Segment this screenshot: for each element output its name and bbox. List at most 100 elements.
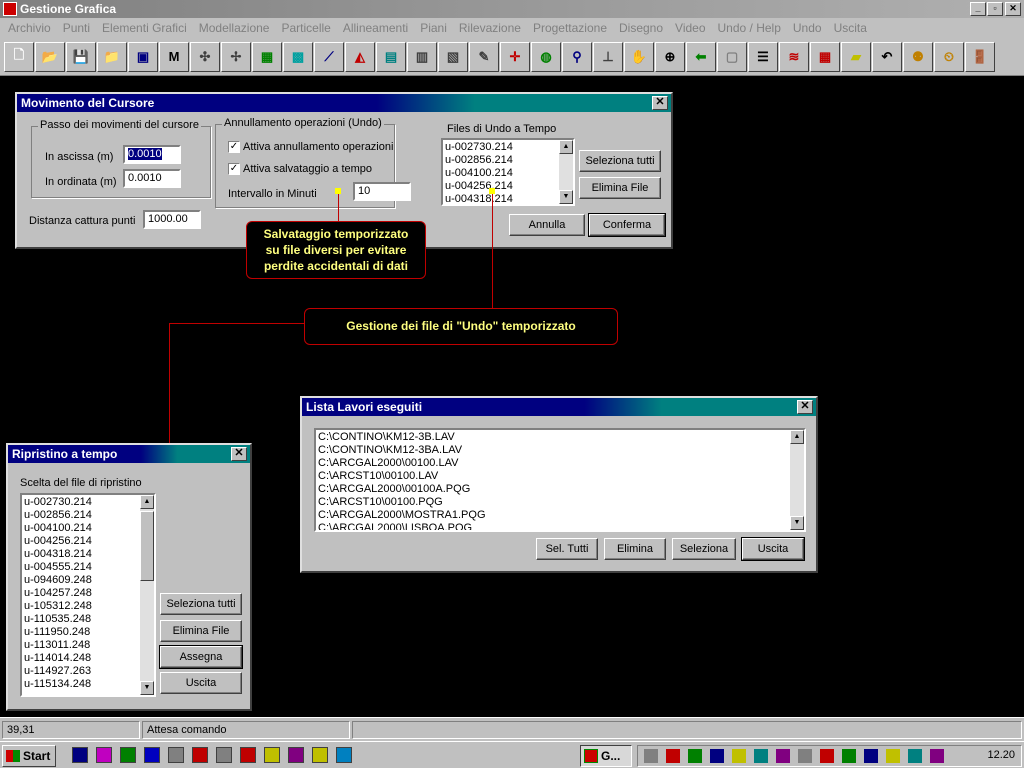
undo-enable-checkbox[interactable]: ✓ [228, 141, 240, 153]
interval-input[interactable]: 10 [353, 182, 411, 201]
toolbar-button-1[interactable]: 📂 [35, 41, 65, 72]
list-item[interactable]: u-105312.248 [24, 600, 152, 613]
quicklaunch-icon-5[interactable] [168, 747, 184, 763]
scrollbar[interactable]: ▲ ▼ [559, 140, 573, 204]
list-item[interactable]: C:\CONTINO\KM12-3B.LAV [318, 431, 802, 444]
exit-button[interactable]: Uscita [741, 537, 805, 561]
menu-item-11[interactable]: Undo / Help [712, 21, 787, 35]
list-item[interactable]: u-114014.248 [24, 652, 152, 665]
menu-item-4[interactable]: Particelle [275, 21, 336, 35]
tray-icon[interactable] [842, 749, 856, 763]
maximize-button[interactable]: ▫ [987, 2, 1003, 16]
toolbar-button-23[interactable]: ▢ [717, 41, 747, 72]
tray-icon[interactable] [864, 749, 878, 763]
jobs-list[interactable]: C:\CONTINO\KM12-3B.LAV C:\CONTINO\KM12-3B… [314, 428, 806, 532]
toolbar-button-30[interactable]: ⏲ [934, 41, 964, 72]
toolbar-button-29[interactable]: ⚉ [903, 41, 933, 72]
list-item[interactable]: u-004555.214 [24, 561, 152, 574]
taskbar-app-button[interactable]: G... [580, 745, 632, 767]
menu-item-0[interactable]: Archivio [2, 21, 57, 35]
menu-item-1[interactable]: Punti [57, 21, 96, 35]
toolbar-button-3[interactable]: 📁 [97, 41, 127, 72]
scroll-down-icon[interactable]: ▼ [140, 681, 154, 695]
list-item[interactable]: u-114927.263 [24, 665, 152, 678]
select-button[interactable]: Seleziona [672, 538, 736, 560]
quicklaunch-icon-8[interactable] [240, 747, 256, 763]
list-item[interactable]: u-110535.248 [24, 613, 152, 626]
quicklaunch-icon-4[interactable] [144, 747, 160, 763]
scroll-down-icon[interactable]: ▼ [559, 190, 573, 204]
tray-icon[interactable] [710, 749, 724, 763]
toolbar-button-22[interactable]: ⬅ [686, 41, 716, 72]
scroll-up-icon[interactable]: ▲ [140, 495, 154, 509]
toolbar-button-16[interactable]: ✛ [500, 41, 530, 72]
tray-icon[interactable] [886, 749, 900, 763]
toolbar-button-25[interactable]: ≋ [779, 41, 809, 72]
scroll-up-icon[interactable]: ▲ [559, 140, 573, 154]
toolbar-button-7[interactable]: ✢ [221, 41, 251, 72]
select-all-button[interactable]: Seleziona tutti [579, 150, 661, 172]
toolbar-button-8[interactable]: ▦ [252, 41, 282, 72]
toolbar-button-21[interactable]: ⊕ [655, 41, 685, 72]
list-item[interactable]: u-002730.214 [24, 496, 152, 509]
toolbar-button-17[interactable]: ◍ [531, 41, 561, 72]
list-item[interactable]: C:\CONTINO\KM12-3BA.LAV [318, 444, 802, 457]
tray-icon[interactable] [908, 749, 922, 763]
toolbar-button-9[interactable]: ▩ [283, 41, 313, 72]
scrollbar[interactable]: ▲ ▼ [140, 495, 154, 695]
list-item[interactable]: C:\ARCGAL2000\MOSTRA1.PQG [318, 509, 802, 522]
list-item[interactable]: u-004318.214 [445, 193, 571, 204]
cancel-button[interactable]: Annulla [509, 214, 585, 236]
restore-files-list[interactable]: u-002730.214 u-002856.214 u-004100.214 u-00… [20, 493, 156, 697]
menu-item-10[interactable]: Video [669, 21, 711, 35]
menu-item-3[interactable]: Modellazione [193, 21, 276, 35]
list-item[interactable]: u-111950.248 [24, 626, 152, 639]
delete-button[interactable]: Elimina [604, 538, 666, 560]
toolbar-button-4[interactable]: ▣ [128, 41, 158, 72]
toolbar-button-20[interactable]: ✋ [624, 41, 654, 72]
quicklaunch-icon-7[interactable] [216, 747, 232, 763]
scroll-down-icon[interactable]: ▼ [790, 516, 804, 530]
menu-item-13[interactable]: Uscita [828, 21, 873, 35]
undo-files-list[interactable]: u-002730.214 u-002856.214 u-004100.214 u-00… [441, 138, 575, 206]
menu-item-9[interactable]: Disegno [613, 21, 669, 35]
list-item[interactable]: C:\ARCGAL2000\00100.LAV [318, 457, 802, 470]
list-item[interactable]: u-002730.214 [445, 141, 571, 154]
toolbar-button-5[interactable]: M [159, 41, 189, 72]
tray-icon[interactable] [798, 749, 812, 763]
tray-icon[interactable] [688, 749, 702, 763]
capture-distance-input[interactable]: 1000.00 [143, 210, 201, 229]
quicklaunch-icon-6[interactable] [192, 747, 208, 763]
tray-icon[interactable] [644, 749, 658, 763]
list-item[interactable]: u-004256.214 [24, 535, 152, 548]
menu-item-5[interactable]: Allineamenti [337, 21, 414, 35]
tray-icon[interactable] [820, 749, 834, 763]
list-item[interactable]: u-004256.214 [445, 180, 571, 193]
exit-button[interactable]: Uscita [160, 672, 242, 694]
delete-file-button[interactable]: Elimina File [160, 620, 242, 642]
toolbar-button-15[interactable]: ✎ [469, 41, 499, 72]
timed-save-checkbox[interactable]: ✓ [228, 163, 240, 175]
tray-icon[interactable] [776, 749, 790, 763]
x-step-input[interactable]: 0.0010 [123, 145, 181, 164]
toolbar-button-31[interactable]: 🚪 [965, 41, 995, 72]
toolbar-button-14[interactable]: ▧ [438, 41, 468, 72]
close-icon[interactable]: ✕ [797, 400, 813, 414]
list-item[interactable]: u-002856.214 [24, 509, 152, 522]
minimize-button[interactable]: _ [970, 2, 986, 16]
scrollbar[interactable]: ▲ ▼ [790, 430, 804, 530]
menu-item-7[interactable]: Rilevazione [453, 21, 527, 35]
toolbar-button-0[interactable]: 🗋 [4, 41, 34, 72]
quicklaunch-icon-9[interactable] [264, 747, 280, 763]
toolbar-button-28[interactable]: ↶ [872, 41, 902, 72]
close-icon[interactable]: ✕ [231, 447, 247, 461]
toolbar-button-13[interactable]: ▥ [407, 41, 437, 72]
quicklaunch-icon-3[interactable] [120, 747, 136, 763]
toolbar-button-27[interactable]: ▰ [841, 41, 871, 72]
list-item[interactable]: C:\ARCGAL2000\LISBOA.PQG [318, 522, 802, 530]
toolbar-button-12[interactable]: ▤ [376, 41, 406, 72]
tray-icon[interactable] [754, 749, 768, 763]
toolbar-button-6[interactable]: ✣ [190, 41, 220, 72]
menu-item-2[interactable]: Elementi Grafici [96, 21, 193, 35]
tray-icon[interactable] [732, 749, 746, 763]
